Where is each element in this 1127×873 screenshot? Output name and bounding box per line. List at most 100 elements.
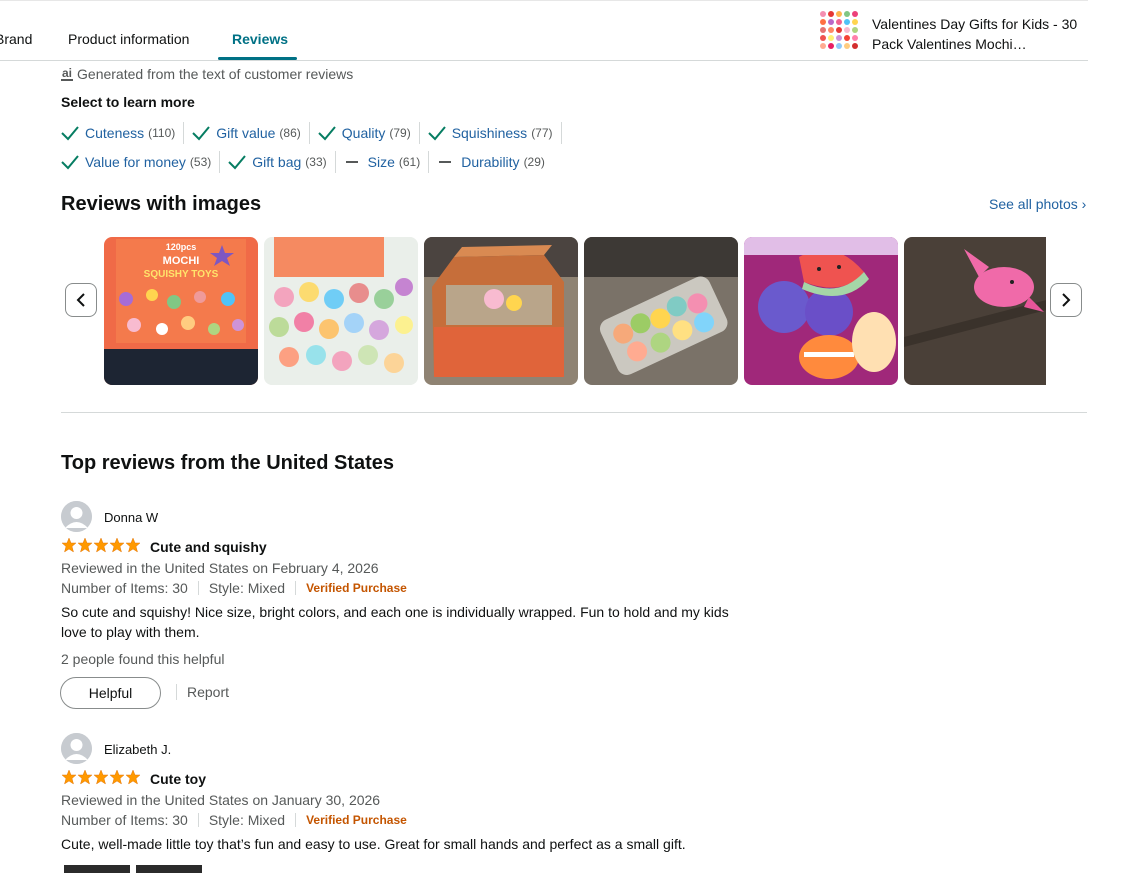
- number-of-items: Number of Items: 30: [61, 580, 188, 596]
- aspect-label: Value for money: [85, 153, 186, 170]
- carousel-next-button[interactable]: [1050, 283, 1082, 317]
- aspect-label: Size: [367, 153, 395, 170]
- dash-icon: [345, 160, 358, 163]
- carousel-prev-button[interactable]: [65, 283, 97, 317]
- meta-separator: [197, 813, 199, 827]
- aspect-row: Value for money (53) Gift bag (33) Size …: [61, 147, 661, 176]
- review-date: Reviewed in the United States on Februar…: [61, 560, 379, 576]
- helpful-count: 2 people found this helpful: [61, 651, 225, 667]
- ai-icon: ai: [61, 66, 74, 81]
- review-image-thumbnail[interactable]: [136, 865, 202, 873]
- review-photo[interactable]: [744, 237, 898, 385]
- select-to-learn-more: Select to learn more: [61, 94, 195, 110]
- star-rating[interactable]: [61, 537, 141, 553]
- review-body: So cute and squishy! Nice size, bright c…: [61, 604, 729, 640]
- aspect-chip-durability[interactable]: Durability (29): [437, 151, 553, 173]
- chevron-right-icon: [1062, 293, 1071, 307]
- check-icon: [318, 125, 336, 140]
- star-icon: [125, 537, 141, 553]
- aspect-label: Gift value: [216, 124, 276, 141]
- review-photo[interactable]: 120pcs MOCHI SQUISHY TOYS: [104, 237, 258, 385]
- style: Style: Mixed: [208, 580, 286, 596]
- check-icon: [61, 154, 79, 169]
- box-text: MOCHI: [163, 255, 200, 267]
- aspect-chip-quality[interactable]: Quality (79): [318, 121, 420, 144]
- meta-separator: [295, 581, 297, 595]
- review-photo[interactable]: [424, 237, 578, 385]
- see-all-photos-label: See all photos: [989, 196, 1078, 212]
- review-photo[interactable]: [904, 237, 1046, 385]
- star-rating[interactable]: [61, 769, 141, 785]
- style: Style: Mixed: [208, 812, 286, 828]
- report-separator: [176, 684, 177, 700]
- star-icon: [125, 769, 141, 785]
- tab-brand[interactable]: Brand: [0, 31, 32, 47]
- ai-summary-text: Generated from the text of customer revi…: [77, 66, 354, 82]
- tab-reviews[interactable]: Reviews: [232, 31, 288, 47]
- verified-purchase-badge: Verified Purchase: [306, 581, 407, 595]
- reviews-with-images-heading: Reviews with images: [61, 193, 262, 215]
- aspect-count: (29): [523, 154, 545, 169]
- review-image-thumbnail[interactable]: [64, 865, 130, 873]
- star-icon: [93, 769, 109, 785]
- meta-separator: [295, 813, 297, 827]
- star-icon: [109, 769, 125, 785]
- dash-icon: [439, 160, 452, 163]
- aspect-chip-gift-bag[interactable]: Gift bag (33): [228, 150, 336, 173]
- review-meta: Number of Items: 30 Style: Mixed Verifie…: [61, 812, 407, 828]
- top-reviews-heading: Top reviews from the United States: [61, 452, 395, 474]
- aspect-label: Quality: [341, 124, 386, 141]
- aspect-chips: Cuteness (110) Gift value (86) Quality (…: [61, 118, 661, 176]
- review-meta: Number of Items: 30 Style: Mixed Verifie…: [61, 580, 407, 596]
- ai-summary-note: ai Generated from the text of customer r…: [61, 66, 353, 82]
- aspect-count: (77): [531, 125, 553, 140]
- product-tab-bar: Brand Product information Reviews Valent…: [0, 0, 1088, 61]
- review-title[interactable]: Cute and squishy: [150, 539, 267, 555]
- aspect-count: (86): [279, 125, 301, 140]
- aspect-chip-cuteness[interactable]: Cuteness (110): [61, 121, 185, 144]
- star-icon: [61, 769, 77, 785]
- reviewer-name[interactable]: Elizabeth J.: [104, 742, 171, 757]
- tab-product-information[interactable]: Product information: [68, 31, 189, 47]
- aspect-count: (61): [398, 154, 421, 169]
- aspect-count: (33): [305, 154, 327, 169]
- review-date: Reviewed in the United States on January…: [61, 792, 381, 808]
- star-icon: [61, 537, 77, 553]
- review-body: Cute, well-made little toy that’s fun an…: [61, 836, 686, 852]
- product-thumbnail[interactable]: [818, 10, 860, 54]
- helpful-button[interactable]: Helpful: [60, 677, 161, 709]
- box-text: SQUISHY TOYS: [144, 269, 219, 280]
- check-icon: [228, 154, 247, 169]
- check-icon: [427, 125, 446, 140]
- reviewer-name[interactable]: Donna W: [104, 510, 158, 525]
- sticky-product-title[interactable]: Valentines Day Gifts for Kids - 30 Pack …: [872, 14, 1082, 54]
- aspect-chip-value-for-money[interactable]: Value for money (53): [61, 150, 221, 173]
- aspect-chip-size[interactable]: Size (61): [344, 150, 430, 173]
- see-all-photos-link[interactable]: See all photos ›: [989, 196, 1086, 212]
- check-icon: [192, 125, 211, 140]
- aspect-count: (79): [389, 125, 411, 140]
- aspect-chip-gift-value[interactable]: Gift value (86): [192, 121, 310, 144]
- aspect-label: Gift bag: [252, 153, 302, 170]
- verified-purchase-badge: Verified Purchase: [306, 813, 407, 827]
- section-divider: [61, 412, 1087, 413]
- chevron-right-icon: ›: [1077, 196, 1087, 212]
- aspect-label: Squishiness: [451, 124, 528, 141]
- star-icon: [109, 537, 125, 553]
- review-card: Elizabeth J. Cute toy Reviewed in the Un…: [61, 733, 761, 863]
- aspect-chip-squishiness[interactable]: Squishiness (77): [427, 121, 562, 144]
- number-of-items: Number of Items: 30: [61, 812, 188, 828]
- review-title[interactable]: Cute toy: [150, 771, 206, 787]
- box-text: 120pcs: [166, 242, 197, 252]
- review-images-carousel: 120pcs MOCHI SQUISHY TOYS: [104, 237, 1046, 385]
- review-photo[interactable]: [584, 237, 738, 385]
- check-icon: [61, 125, 79, 140]
- avatar: [61, 501, 92, 532]
- star-icon: [77, 769, 93, 785]
- aspect-count: (53): [189, 154, 212, 169]
- review-photo[interactable]: [264, 237, 418, 385]
- chevron-left-icon: [76, 293, 85, 307]
- report-link[interactable]: Report: [187, 684, 229, 700]
- aspect-count: (110): [148, 125, 176, 140]
- star-icon: [77, 537, 93, 553]
